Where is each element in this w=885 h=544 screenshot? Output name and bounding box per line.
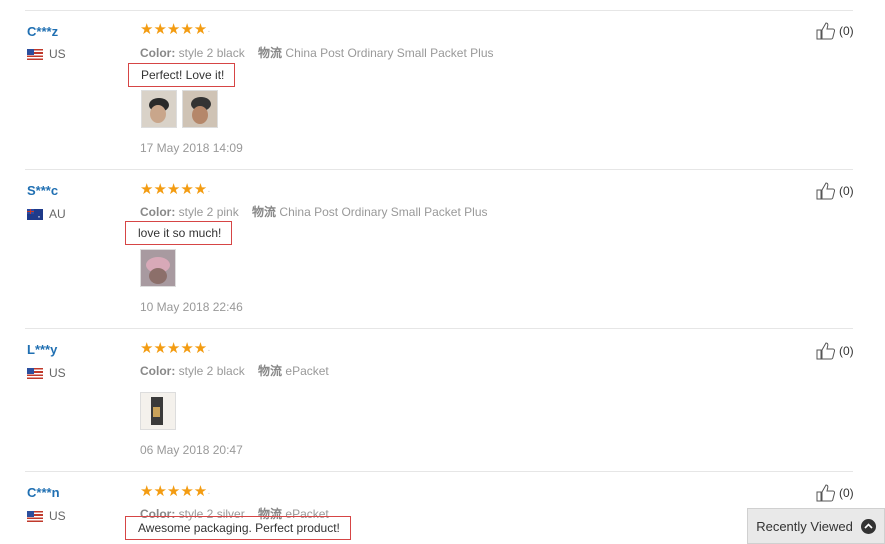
review-photo[interactable] [182,90,218,128]
review-date: 17 May 2018 14:09 [140,141,243,155]
stars-filled: ★★★★★ [140,21,208,38]
recently-viewed-label: Recently Viewed [756,518,853,534]
thumbs-up-icon [816,484,836,502]
reviewer-name[interactable]: C***n [27,485,60,500]
order-info: Color: style 2 black 物流 China Post Ordin… [140,44,494,61]
review-date: 10 May 2018 22:46 [140,300,243,314]
order-info: Color: style 2 pink 物流 China Post Ordina… [140,203,488,220]
reviewer-country: AU [27,207,66,221]
helpful-button[interactable]: (0) [816,342,854,360]
shipping-value: China Post Ordinary Small Packet Plus [279,205,488,219]
us-flag-icon [27,510,43,522]
divider [25,328,853,329]
review-photo[interactable] [140,392,176,430]
helpful-button[interactable]: (0) [816,484,854,502]
shipping-label: 物流 [258,364,283,378]
recently-viewed-button[interactable]: Recently Viewed [747,508,885,544]
stars-filled: ★★★★★ [140,483,208,500]
star-rating: ★★★★★· [140,181,211,198]
color-label: Color: [140,364,176,378]
thumbs-up-icon [816,182,836,200]
color-label: Color: [140,205,176,219]
us-flag-icon [27,367,43,379]
helpful-count: (0) [839,344,854,358]
chevron-up-icon [860,518,876,534]
stars-filled: ★★★★★ [140,340,208,357]
shipping-value: ePacket [285,364,329,378]
review-photo[interactable] [140,249,176,287]
review-photo[interactable] [141,90,177,128]
helpful-button[interactable]: (0) [816,182,854,200]
color-value: style 2 pink [178,205,239,219]
shipping-label: 物流 [258,46,283,60]
country-code: US [49,509,66,523]
reviewer-country: US [27,509,66,523]
reviewer-name[interactable]: L***y [27,342,57,357]
star-rating: ★★★★★· [140,483,211,500]
shipping-label: 物流 [252,205,277,219]
review-date: 06 May 2018 20:47 [140,443,243,457]
reviewer-country: US [27,47,66,61]
feedback-text: love it so much! [125,221,233,245]
country-code: AU [49,207,66,221]
thumbs-up-icon [816,22,836,40]
country-code: US [49,366,66,380]
helpful-count: (0) [839,184,854,198]
feedback-text: Perfect! Love it! [128,63,236,87]
color-value: style 2 black [178,364,245,378]
country-code: US [49,47,66,61]
divider [25,10,853,11]
star-rating: ★★★★★· [140,21,211,38]
reviewer-country: US [27,366,66,380]
shipping-value: China Post Ordinary Small Packet Plus [285,46,494,60]
divider [25,169,853,170]
feedback-text: Awesome packaging. Perfect product! [125,516,351,540]
divider [25,471,853,472]
color-label: Color: [140,46,176,60]
star-rating: ★★★★★· [140,340,211,357]
thumbs-up-icon [816,342,836,360]
helpful-button[interactable]: (0) [816,22,854,40]
reviewer-name[interactable]: C***z [27,24,58,39]
color-value: style 2 black [178,46,245,60]
order-info: Color: style 2 black 物流 ePacket [140,362,329,379]
au-flag-icon [27,208,43,220]
reviewer-name[interactable]: S***c [27,183,58,198]
helpful-count: (0) [839,24,854,38]
helpful-count: (0) [839,486,854,500]
stars-filled: ★★★★★ [140,181,208,198]
us-flag-icon [27,48,43,60]
